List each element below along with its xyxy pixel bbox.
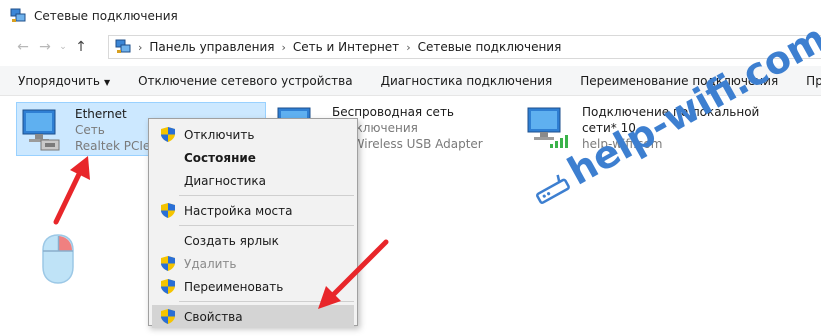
uac-shield-icon	[161, 279, 175, 294]
breadcrumb-control-panel[interactable]: Панель управления	[149, 40, 274, 54]
menu-item-label: Переименовать	[184, 279, 284, 294]
uac-shield-icon	[161, 203, 175, 218]
breadcrumb-network-internet[interactable]: Сеть и Интернет	[293, 40, 399, 54]
up-button[interactable]: ↑	[70, 36, 92, 58]
menu-item-bridge[interactable]: Настройка моста	[149, 199, 357, 222]
uac-shield-icon	[161, 127, 175, 142]
menu-separator	[179, 225, 354, 226]
menu-item-label: Диагностика	[184, 173, 267, 188]
menu-item-shortcut[interactable]: Создать ярлык	[149, 229, 357, 252]
uac-shield-icon	[161, 309, 175, 324]
arrow-up-icon: ↑	[75, 39, 87, 55]
menu-item-label: Удалить	[184, 256, 237, 271]
menu-item-diagnostics[interactable]: Диагностика	[149, 169, 357, 192]
address-field[interactable]: › Панель управления › Сеть и Интернет › …	[108, 35, 821, 59]
menu-item-label: Отключить	[184, 127, 255, 142]
forward-button[interactable]: →	[34, 36, 56, 58]
organize-label: Упорядочить	[18, 73, 100, 88]
organize-button[interactable]: Упорядочить ▼	[0, 74, 124, 88]
disable-device-button[interactable]: Отключение сетевого устройства	[124, 74, 366, 88]
menu-separator	[179, 301, 354, 302]
chevron-right-icon: ›	[281, 40, 286, 54]
menu-item-disable[interactable]: Отключить	[149, 123, 357, 146]
chevron-right-icon: ›	[406, 40, 411, 54]
diagnose-button[interactable]: Диагностика подключения	[367, 74, 567, 88]
view-status-button[interactable]: Просмотр состо	[792, 74, 821, 88]
menu-item-delete: Удалить	[149, 252, 357, 275]
mouse-right-click-icon	[40, 233, 76, 285]
dropdown-arrow-icon: ▼	[103, 77, 111, 87]
window-title: Сетевые подключения	[34, 9, 178, 23]
address-bar: ← → ⌄ ↑ › Панель управления › Сеть и Инт…	[0, 32, 821, 62]
menu-item-rename[interactable]: Переименовать	[149, 275, 357, 298]
router-icon	[531, 171, 572, 206]
back-button[interactable]: ←	[12, 36, 34, 58]
uac-shield-icon	[161, 256, 175, 271]
menu-item-label: Свойства	[184, 309, 243, 324]
local-connection-icon	[526, 104, 574, 152]
arrow-to-ethernet	[53, 156, 90, 225]
chevron-down-icon: ⌄	[59, 42, 67, 52]
menu-item-label: Состояние	[184, 150, 256, 165]
arrow-left-icon: ←	[17, 39, 29, 55]
recent-locations-button[interactable]: ⌄	[56, 36, 70, 58]
menu-separator	[179, 195, 354, 196]
title-bar: Сетевые подключения	[0, 0, 821, 32]
control-panel-icon	[115, 39, 131, 55]
breadcrumb-network-connections[interactable]: Сетевые подключения	[418, 40, 562, 54]
arrow-right-icon: →	[39, 39, 51, 55]
menu-item-label: Настройка моста	[184, 203, 293, 218]
context-menu: Отключить Состояние Диагностика Настройк…	[148, 118, 358, 328]
menu-item-properties[interactable]: Свойства	[152, 305, 354, 328]
ethernet-adapter-icon	[19, 106, 67, 154]
chevron-right-icon: ›	[138, 40, 143, 54]
network-connections-icon	[10, 8, 26, 24]
menu-item-label: Создать ярлык	[184, 233, 279, 248]
menu-item-status[interactable]: Состояние	[149, 146, 357, 169]
